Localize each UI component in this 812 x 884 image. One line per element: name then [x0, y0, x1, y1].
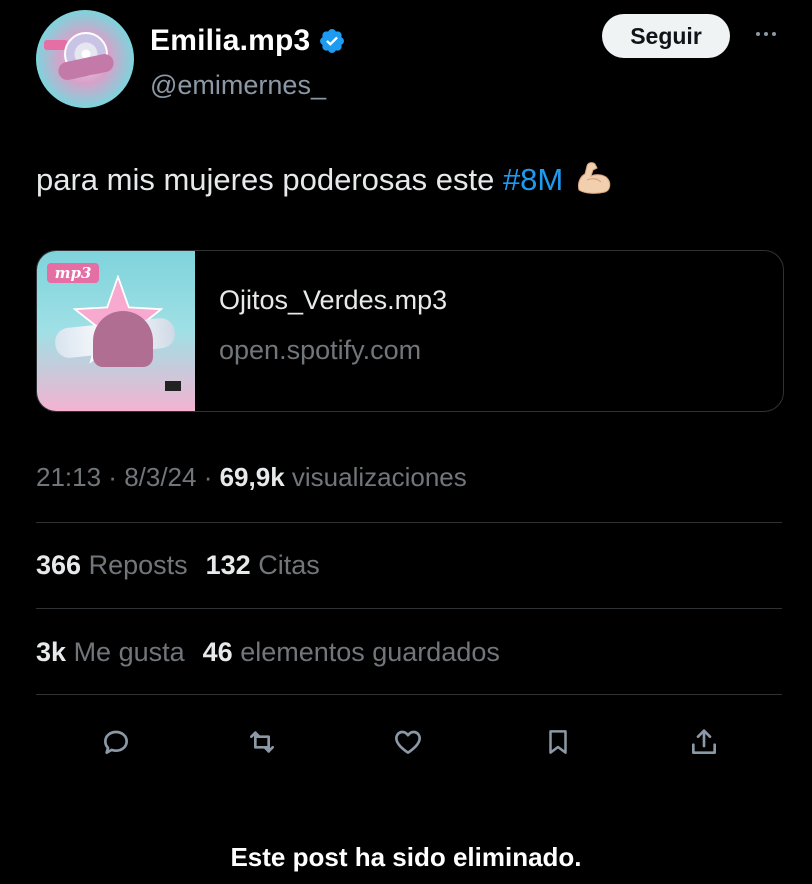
views-count: 69,9k [219, 462, 285, 492]
bookmark-icon[interactable] [538, 722, 578, 762]
quotes-stat[interactable]: 132 Citas [206, 550, 320, 580]
bookmarks-stat[interactable]: 46 elementos guardados [203, 637, 500, 667]
meta-separator: · [196, 462, 220, 492]
post-date[interactable]: 8/3/24 [124, 462, 196, 492]
likes-stat[interactable]: 3k Me gusta [36, 637, 185, 667]
action-bar [36, 722, 782, 762]
more-options-icon[interactable] [748, 22, 784, 46]
likes-label: Me gusta [73, 637, 185, 667]
more-dot [772, 32, 776, 36]
post-header: Emilia.mp3 @emimernes_ Seguir [36, 10, 796, 110]
figure-shape [93, 311, 153, 367]
hashtag-link[interactable]: #8M [503, 162, 563, 197]
link-card-domain: open.spotify.com [219, 335, 422, 365]
author-display-name[interactable]: Emilia.mp3 [150, 24, 310, 58]
album-cover-thumbnail: mp3 [37, 251, 195, 411]
bookmarks-count: 46 [202, 637, 233, 667]
divider [36, 608, 782, 609]
repost-icon[interactable] [242, 722, 282, 762]
post-meta: 21:13 · 8/3/24 · 69,9k visualizaciones [36, 462, 467, 493]
like-icon[interactable] [388, 722, 428, 762]
link-preview-card[interactable]: mp3 Ojitos_Verdes.mp3 open.spotify.com [36, 250, 784, 412]
quotes-label: Citas [258, 550, 320, 580]
post-time[interactable]: 21:13 [36, 462, 101, 492]
muscle-emoji-icon [573, 160, 615, 204]
link-card-title: Ojitos_Verdes.mp3 [219, 285, 448, 315]
bookmarks-label: elementos guardados [240, 637, 500, 667]
advisory-label-shape [165, 381, 181, 391]
author-name-row: Emilia.mp3 [150, 24, 346, 58]
repost-stats-row: 366 Reposts 132 Citas [36, 550, 320, 581]
divider [36, 522, 782, 523]
reply-icon[interactable] [96, 722, 136, 762]
reposts-label: Reposts [88, 550, 188, 580]
reposts-count: 366 [36, 550, 82, 580]
avatar[interactable] [36, 10, 134, 108]
cover-logo: mp3 [47, 263, 99, 283]
more-dot [756, 32, 760, 36]
more-dot [764, 32, 768, 36]
divider [36, 694, 782, 695]
views-label: visualizaciones [284, 462, 467, 492]
verified-badge-icon [320, 29, 345, 53]
deleted-post-notice: Este post ha sido eliminado. [230, 842, 582, 872]
follow-button[interactable]: Seguir [602, 14, 730, 58]
like-stats-row: 3k Me gusta 46 elementos guardados [36, 637, 500, 668]
quotes-count: 132 [205, 550, 251, 580]
post-text: para mis mujeres poderosas este #8M [36, 160, 615, 204]
post-body-text: para mis mujeres poderosas este [36, 162, 503, 198]
likes-count: 3k [36, 637, 67, 667]
meta-separator: · [101, 462, 125, 492]
author-handle[interactable]: @emimernes_ [150, 70, 326, 101]
reposts-stat[interactable]: 366 Reposts [36, 550, 188, 580]
share-icon[interactable] [684, 722, 724, 762]
